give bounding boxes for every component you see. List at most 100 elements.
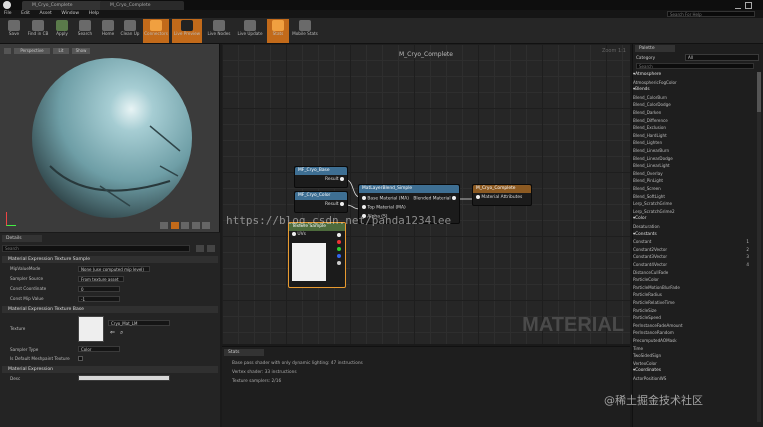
mobile-stats-button[interactable]: Mobile Stats — [291, 19, 319, 43]
palette-item[interactable]: ParticleSpeed — [633, 314, 755, 322]
palette-item[interactable]: Blend_Screen — [633, 185, 755, 193]
section-texture-base[interactable]: Material Expression Texture Base — [2, 306, 218, 313]
palette-item[interactable]: Constant2Vector 2 — [633, 246, 755, 254]
sphere-mesh-icon[interactable] — [170, 222, 179, 229]
details-tab[interactable]: Details — [2, 235, 42, 242]
home-button[interactable]: Home — [97, 19, 119, 43]
palette-item[interactable]: Desaturation — [633, 223, 755, 231]
palette-item[interactable]: ActorPositionWS — [633, 375, 755, 383]
view-options-icon[interactable] — [196, 245, 204, 252]
input-pin[interactable] — [292, 231, 296, 236]
stats-button[interactable]: Stats — [267, 19, 289, 43]
sampler-type-dropdown[interactable]: Color — [78, 346, 120, 352]
viewport-options-icon[interactable] — [4, 48, 11, 54]
menu-window[interactable]: Window — [57, 10, 83, 18]
details-search-input[interactable]: Search — [2, 245, 190, 252]
live-preview-button[interactable]: Live Preview — [172, 19, 202, 43]
plane-mesh-icon[interactable] — [181, 222, 190, 229]
texture-asset-dropdown[interactable]: Cryo_Mat_LM — [108, 320, 170, 326]
output-pin[interactable] — [452, 196, 456, 200]
cube-mesh-icon[interactable] — [191, 222, 200, 229]
node-mf-cryo-base[interactable]: MF_Cryo_Base Result — [294, 166, 348, 188]
tab-secondary-editor[interactable]: M_Cryo_Complete — [100, 1, 184, 10]
node-mf-cryo-color[interactable]: MF_Cryo_Color Result — [294, 191, 348, 213]
palette-item[interactable]: Constant4Vector 4 — [633, 261, 755, 269]
palette-item[interactable]: Blend_LinearBurn — [633, 147, 755, 155]
palette-item[interactable]: ParticleColor — [633, 276, 755, 284]
palette-item[interactable]: Blend_HardLight — [633, 132, 755, 140]
node-texture-sample[interactable]: Texture Sample UVs — [288, 222, 346, 288]
palette-item[interactable]: Blend_PinLight — [633, 177, 755, 185]
eye-icon[interactable] — [207, 245, 215, 252]
texture-thumbnail[interactable] — [78, 316, 104, 342]
palette-item[interactable]: Constant 1 — [633, 238, 755, 246]
palette-item[interactable]: PrecomputedAOMask — [633, 337, 755, 345]
tab-main-editor[interactable]: M_Cryo_Complete — [22, 1, 106, 10]
desc-input[interactable] — [78, 375, 170, 381]
palette-item[interactable]: PerInstanceRandom — [633, 329, 755, 337]
palette-item[interactable]: DistanceCullFade — [633, 269, 755, 277]
palette-item[interactable]: ParticleRelativeTime — [633, 299, 755, 307]
section-texture-sample[interactable]: Material Expression Texture Sample — [2, 256, 218, 263]
palette-item[interactable]: Blend_Difference — [633, 117, 755, 125]
section-expression[interactable]: Material Expression — [2, 366, 218, 373]
sampler-source-dropdown[interactable]: From texture asset — [78, 276, 124, 282]
palette-item[interactable]: TwoSidedSign — [633, 352, 755, 360]
menu-file[interactable]: File — [0, 10, 16, 18]
green-pin[interactable] — [337, 247, 341, 251]
palette-item[interactable]: Blend_Overlay — [633, 170, 755, 178]
live-update-button[interactable]: Live Update — [236, 19, 264, 43]
live-nodes-button[interactable]: Live Nodes — [205, 19, 233, 43]
palette-category[interactable]: ▾Atmosphere — [633, 71, 755, 79]
palette-item[interactable]: Blend_LinearLight — [633, 162, 755, 170]
input-pin[interactable] — [362, 205, 366, 209]
save-button[interactable]: Save — [3, 19, 25, 43]
palette-item[interactable]: AtmosphericFogColor — [633, 79, 755, 87]
palette-search-input[interactable]: Search — [636, 63, 754, 69]
palette-item[interactable]: Time — [633, 345, 755, 353]
palette-item[interactable]: PerInstanceFadeAmount — [633, 322, 755, 330]
palette-item[interactable]: Blend_Darken — [633, 109, 755, 117]
use-selected-arrow-icon[interactable]: ⇐ — [110, 329, 115, 336]
palette-scrollbar[interactable] — [757, 72, 761, 422]
menu-edit[interactable]: Edit — [17, 10, 34, 18]
output-pin[interactable] — [340, 201, 344, 206]
const-mip-value-input[interactable]: -1 — [78, 296, 120, 302]
rgb-pin[interactable] — [337, 233, 341, 237]
custom-mesh-icon[interactable] — [202, 222, 211, 229]
input-pin[interactable] — [362, 196, 366, 200]
palette-item[interactable]: Blend_ColorDodge — [633, 101, 755, 109]
connectors-button[interactable]: Connectors — [143, 19, 169, 43]
cylinder-mesh-icon[interactable] — [160, 222, 168, 229]
apply-button[interactable]: Apply — [51, 19, 73, 43]
menu-asset[interactable]: Asset — [35, 10, 55, 18]
alpha-pin[interactable] — [337, 261, 341, 265]
palette-item[interactable]: Lerp_ScratchGrime2 — [633, 208, 755, 216]
browse-search-icon[interactable]: ⌕ — [120, 329, 123, 337]
palette-item[interactable]: Blend_SoftLight — [633, 193, 755, 201]
palette-category[interactable]: ▾Color — [633, 215, 755, 223]
preview-viewport[interactable]: Perspective Lit Show — [0, 44, 220, 232]
show-button[interactable]: Show — [72, 48, 90, 54]
palette-tab[interactable]: Palette — [635, 45, 675, 52]
palette-category-dropdown[interactable]: All — [685, 54, 759, 61]
blue-pin[interactable] — [337, 254, 341, 258]
clean-up-button[interactable]: Clean Up — [118, 19, 142, 43]
lit-button[interactable]: Lit — [53, 48, 69, 54]
find-in-cb-button[interactable]: Find in CB — [27, 19, 49, 43]
const-coordinate-input[interactable]: 0 — [78, 286, 120, 292]
palette-item[interactable]: Blend_Exclusion — [633, 124, 755, 132]
palette-item[interactable]: Lerp_ScratchGrime — [633, 200, 755, 208]
palette-item[interactable]: Blend_LinearDodge — [633, 155, 755, 163]
palette-item[interactable]: ParticleSize — [633, 307, 755, 315]
output-pin[interactable] — [340, 176, 344, 181]
search-button[interactable]: Search — [74, 19, 96, 43]
minimize-icon[interactable] — [735, 8, 741, 9]
red-pin[interactable] — [337, 240, 341, 244]
palette-item[interactable]: ParticleRadius — [633, 291, 755, 299]
palette-category[interactable]: ▾Constants — [633, 231, 755, 239]
default-meshpaint-checkbox[interactable] — [78, 356, 83, 361]
palette-item[interactable]: Blend_ColorBurn — [633, 94, 755, 102]
palette-category[interactable]: ▾Coordinates — [633, 367, 755, 375]
mipvalue-mode-dropdown[interactable]: None (use computed mip level) — [78, 266, 150, 272]
